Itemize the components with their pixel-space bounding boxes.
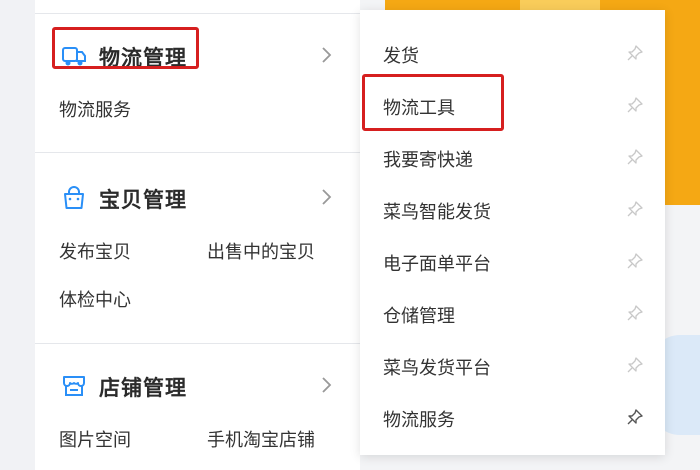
flyout-item-label: 电子面单平台 <box>383 254 491 275</box>
section-title: 店铺管理 <box>99 376 187 400</box>
link-logistics-service[interactable]: 物流服务 <box>59 96 131 122</box>
divider <box>35 13 360 14</box>
divider <box>35 152 360 153</box>
section-shop-header[interactable]: 店铺管理 <box>35 366 360 406</box>
chevron-right-icon <box>320 375 334 395</box>
chevron-right-icon <box>320 45 334 65</box>
flyout-item-e-waybill[interactable]: 电子面单平台 <box>360 238 665 288</box>
flyout-item-logistics-service[interactable]: 物流服务 <box>360 394 665 444</box>
section-items-header[interactable]: 宝贝管理 <box>35 178 360 218</box>
pin-icon[interactable] <box>627 305 643 321</box>
bag-icon <box>61 186 87 210</box>
highlight-box <box>362 74 504 131</box>
link-health-check[interactable]: 体检中心 <box>59 286 131 312</box>
shop-icon <box>61 374 87 398</box>
flyout-item-label: 发货 <box>383 46 419 67</box>
chevron-right-icon <box>320 187 334 207</box>
flyout-item-label: 菜鸟发货平台 <box>383 358 491 379</box>
link-publish-item[interactable]: 发布宝贝 <box>59 238 131 264</box>
link-mobile-shop[interactable]: 手机淘宝店铺 <box>207 426 315 452</box>
pin-icon[interactable] <box>627 45 643 61</box>
divider <box>35 343 360 344</box>
highlight-box <box>52 27 199 69</box>
pin-icon[interactable] <box>627 357 643 373</box>
flyout-item-label: 仓储管理 <box>383 306 455 327</box>
flyout-item-warehouse[interactable]: 仓储管理 <box>360 290 665 340</box>
flyout-item-label: 我要寄快递 <box>383 150 473 171</box>
flyout-item-label: 物流服务 <box>383 410 455 431</box>
pin-icon[interactable] <box>627 201 643 217</box>
flyout-item-send-express[interactable]: 我要寄快递 <box>360 134 665 184</box>
sidebar-menu: 物流管理 物流服务 宝贝管理 发布宝贝 出售中的宝贝 体检中心 店铺管理 图片空… <box>35 0 360 470</box>
link-items-on-sale[interactable]: 出售中的宝贝 <box>207 238 315 264</box>
flyout-item-label: 菜鸟智能发货 <box>383 202 491 223</box>
pin-icon[interactable] <box>627 97 643 113</box>
flyout-item-ship[interactable]: 发货 <box>360 30 665 80</box>
pin-icon[interactable] <box>627 409 643 425</box>
link-image-space[interactable]: 图片空间 <box>59 426 131 452</box>
flyout-item-cainiao-ship-platform[interactable]: 菜鸟发货平台 <box>360 342 665 392</box>
pin-icon[interactable] <box>627 149 643 165</box>
flyout-item-cainiao-smart-ship[interactable]: 菜鸟智能发货 <box>360 186 665 236</box>
section-title: 宝贝管理 <box>99 188 187 212</box>
pin-icon[interactable] <box>627 253 643 269</box>
